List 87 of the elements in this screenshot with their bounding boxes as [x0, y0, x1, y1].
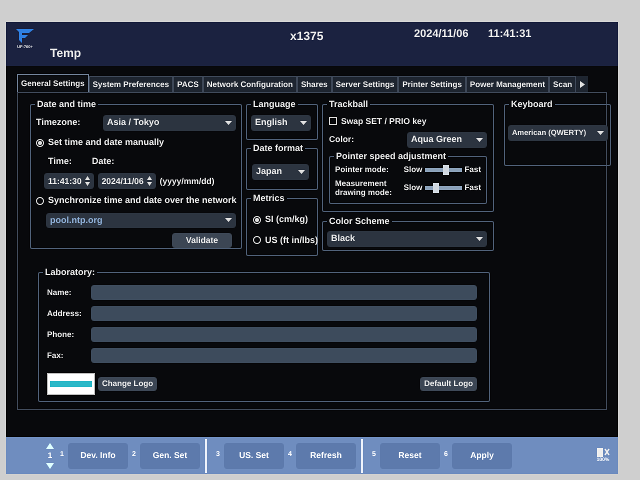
up-arrow-icon[interactable] — [46, 442, 54, 448]
dropdown-caret-icon — [225, 121, 232, 125]
radio-button[interactable] — [253, 216, 261, 224]
group-title: Date and time — [35, 98, 98, 110]
field-label: Color: — [329, 133, 354, 146]
tab[interactable]: Power Management — [466, 76, 550, 92]
date-text: 2024/11/06 — [414, 27, 468, 42]
spin-arrows-icon — [146, 176, 152, 186]
tab[interactable]: Shares — [296, 76, 332, 92]
field-label: Name: — [47, 286, 72, 298]
screen-title: Temp — [50, 45, 82, 62]
dropdown-caret-icon — [298, 170, 305, 174]
radio-button[interactable] — [36, 196, 44, 205]
group-title: Laboratory: — [43, 266, 98, 278]
group-title: Color Scheme — [327, 215, 392, 227]
function-button[interactable]: Dev. Info — [68, 442, 128, 468]
dropdown-caret-icon — [225, 218, 232, 222]
group-title: Trackball — [327, 98, 370, 110]
group-title: Pointer speed adjustment — [334, 150, 448, 162]
radio-label: Set time and date manually — [48, 136, 164, 149]
radio-label: Synchronize time and date over the network — [48, 194, 237, 207]
input-field[interactable] — [91, 285, 477, 300]
field-label: Fax: — [47, 350, 64, 362]
page-number: 1 — [48, 450, 52, 462]
change-logo-button[interactable]: Change Logo — [98, 377, 158, 391]
group-title: Keyboard — [509, 98, 555, 110]
input-field[interactable] — [91, 348, 477, 363]
checkbox[interactable] — [329, 117, 337, 126]
radio-label: SI (cm/kg) — [265, 213, 308, 226]
spin-arrows-icon — [84, 176, 90, 186]
dropdown-caret-icon — [597, 131, 604, 135]
dropdown-caret-icon — [476, 237, 483, 241]
dropdown[interactable]: English — [251, 115, 311, 131]
validate-button[interactable]: Validate — [172, 233, 232, 248]
slider-min-label: Slow — [404, 182, 422, 194]
slider-label: Measurement drawing mode: — [335, 178, 393, 197]
checkbox-label: Swap SET / PRIO key — [341, 115, 427, 128]
slider-label: Pointer mode: — [335, 165, 390, 174]
tab[interactable]: Printer Settings — [398, 76, 466, 92]
radio-label: US (ft in/lbs) — [265, 234, 318, 247]
scroll-right-button[interactable] — [576, 76, 588, 92]
logo-thumbnail-drawing — [47, 373, 95, 395]
tab[interactable]: PACS — [173, 76, 203, 92]
function-button[interactable]: Refresh — [296, 442, 356, 468]
format-hint: (yyyy/mm/dd) — [160, 174, 214, 188]
group-title: Date format — [251, 142, 306, 154]
tab[interactable]: Network Configuration — [202, 76, 297, 92]
slider-max-label: Fast — [464, 182, 481, 194]
zoom-value: x1375 — [290, 28, 324, 45]
tab[interactable]: General Settings — [17, 74, 89, 92]
slider-max-label: Fast — [464, 164, 481, 176]
tab[interactable]: Scan — [549, 76, 576, 92]
logo-icon — [15, 28, 35, 44]
function-button[interactable]: Apply — [452, 442, 512, 468]
input-field[interactable] — [91, 327, 477, 342]
input-field[interactable] — [91, 306, 477, 321]
dropdown[interactable]: Japan — [252, 164, 309, 180]
slider-thumb[interactable] — [442, 164, 449, 175]
spin-field[interactable]: 11:41:30 — [44, 173, 94, 189]
default-logo-button[interactable]: Default Logo — [420, 377, 477, 391]
slider-min-label: Slow — [404, 164, 422, 176]
dropdown-caret-icon — [300, 121, 307, 125]
dropdown[interactable]: Asia / Tokyo — [103, 115, 236, 131]
field-label: Date: — [92, 154, 114, 168]
radio-button[interactable] — [253, 236, 261, 244]
function-button[interactable]: Reset — [380, 442, 440, 468]
time-text: 11:41:31 — [488, 27, 532, 42]
dropdown[interactable]: Aqua Green — [407, 132, 487, 148]
group-title: Metrics — [251, 192, 287, 204]
arrow-right-icon — [580, 80, 585, 88]
dropdown[interactable]: Black — [327, 231, 487, 247]
function-button[interactable]: US. Set — [224, 442, 284, 468]
field-label: Time: — [48, 154, 72, 168]
dropdown-caret-icon — [476, 138, 483, 142]
field-label: Address: — [47, 308, 83, 320]
field-label: Phone: — [47, 328, 76, 340]
tab[interactable]: System Preferences — [88, 76, 174, 92]
function-button[interactable]: Gen. Set — [140, 442, 200, 468]
field-label: Timezone: — [36, 116, 80, 130]
spin-field[interactable]: 2024/11/06 — [98, 173, 156, 189]
group-title: Language — [251, 98, 298, 110]
dropdown[interactable]: pool.ntp.org — [46, 212, 236, 228]
slider-thumb[interactable] — [433, 182, 440, 193]
tab[interactable]: Server Settings — [332, 76, 398, 92]
battery-icon — [596, 446, 610, 457]
radio-button[interactable] — [36, 138, 44, 147]
down-arrow-icon[interactable] — [46, 462, 54, 468]
